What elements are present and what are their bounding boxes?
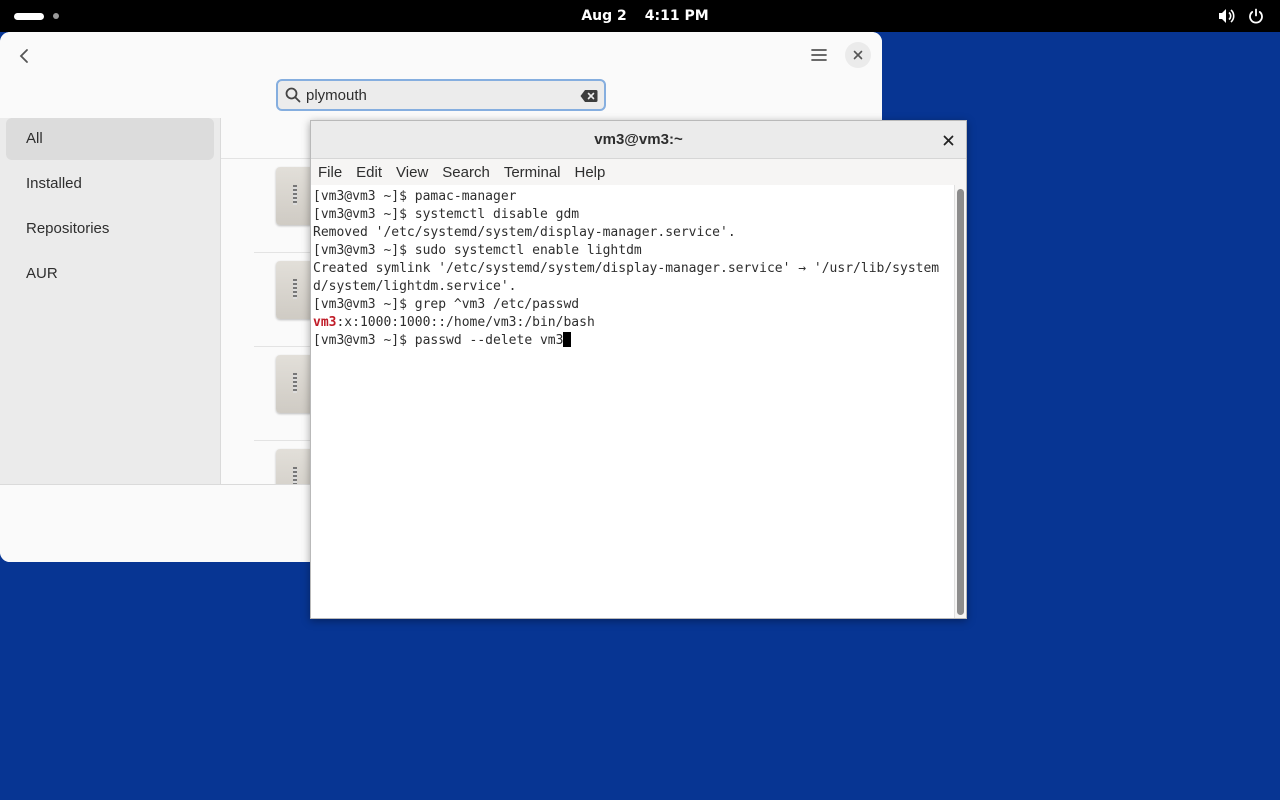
- software-close-button[interactable]: [845, 42, 871, 68]
- software-header: [0, 32, 882, 118]
- category-sidebar: All Installed Repositories AUR: [0, 118, 220, 484]
- sidebar-item-aur[interactable]: AUR: [6, 253, 214, 295]
- top-bar: Aug 2 4:11 PM: [0, 0, 1280, 32]
- sidebar-item-all[interactable]: All: [6, 118, 214, 160]
- activities-indicator[interactable]: [14, 10, 59, 22]
- menu-edit[interactable]: Edit: [356, 164, 382, 181]
- system-tray[interactable]: [1218, 0, 1264, 32]
- power-icon[interactable]: [1248, 8, 1264, 24]
- terminal-line: [vm3@vm3 ~]$ grep ^vm3 /etc/passwd: [313, 297, 580, 312]
- chevron-left-icon: [19, 49, 28, 63]
- terminal-scrollbar[interactable]: [954, 185, 966, 618]
- close-icon: [853, 50, 863, 60]
- terminal-output[interactable]: [vm3@vm3 ~]$ pamac-manager [vm3@vm3 ~]$ …: [311, 185, 954, 618]
- terminal-line: Removed '/etc/systemd/system/display-man…: [313, 225, 736, 240]
- workspace-indicator: [53, 13, 59, 19]
- menu-file[interactable]: File: [318, 164, 342, 181]
- sidebar-item-repositories[interactable]: Repositories: [6, 208, 214, 250]
- terminal-line: d/system/lightdm.service'.: [313, 279, 517, 294]
- package-icon: [276, 167, 314, 225]
- menu-view[interactable]: View: [396, 164, 428, 181]
- search-icon: [285, 87, 301, 107]
- workspace-active-indicator: [14, 12, 44, 20]
- grep-result: :x:1000:1000::/home/vm3:/bin/bash: [336, 315, 595, 330]
- main-menu-button[interactable]: [804, 40, 834, 70]
- current-command: [vm3@vm3 ~]$ passwd --delete vm3: [313, 333, 564, 348]
- clear-search-icon[interactable]: [580, 88, 598, 102]
- terminal-window[interactable]: vm3@vm3:~ File Edit View Search Terminal…: [310, 120, 967, 619]
- back-button[interactable]: [10, 42, 38, 70]
- package-icon: [276, 261, 314, 319]
- search-input[interactable]: [306, 84, 566, 106]
- terminal-menubar: File Edit View Search Terminal Help: [311, 159, 966, 185]
- scrollbar-thumb[interactable]: [957, 189, 964, 615]
- close-icon: [943, 135, 953, 145]
- hamburger-menu-icon: [811, 49, 827, 61]
- clock-time: 4:11 PM: [644, 8, 709, 24]
- menu-terminal[interactable]: Terminal: [504, 164, 561, 181]
- search-field[interactable]: [276, 79, 606, 111]
- terminal-close-button[interactable]: [938, 130, 958, 150]
- terminal-line: [vm3@vm3 ~]$ pamac-manager: [313, 189, 517, 204]
- menu-search[interactable]: Search: [442, 164, 490, 181]
- window-title: vm3@vm3:~: [594, 131, 683, 148]
- terminal-line: [vm3@vm3 ~]$ sudo systemctl enable light…: [313, 243, 642, 258]
- menu-help[interactable]: Help: [575, 164, 606, 181]
- terminal-line: Created symlink '/etc/systemd/system/dis…: [313, 261, 940, 276]
- terminal-line: [vm3@vm3 ~]$ systemctl disable gdm: [313, 207, 580, 222]
- clock[interactable]: Aug 2 4:11 PM: [560, 0, 730, 32]
- volume-icon[interactable]: [1218, 8, 1236, 24]
- sidebar-item-installed[interactable]: Installed: [6, 163, 214, 205]
- text-cursor: [563, 332, 572, 347]
- terminal-line-current: [vm3@vm3 ~]$ passwd --delete vm3: [313, 332, 954, 350]
- grep-match: vm3: [313, 315, 337, 330]
- clock-date: Aug 2: [581, 8, 627, 24]
- terminal-line: vm3:x:1000:1000::/home/vm3:/bin/bash: [313, 314, 954, 332]
- terminal-titlebar[interactable]: vm3@vm3:~: [311, 121, 966, 159]
- package-icon: [276, 355, 314, 413]
